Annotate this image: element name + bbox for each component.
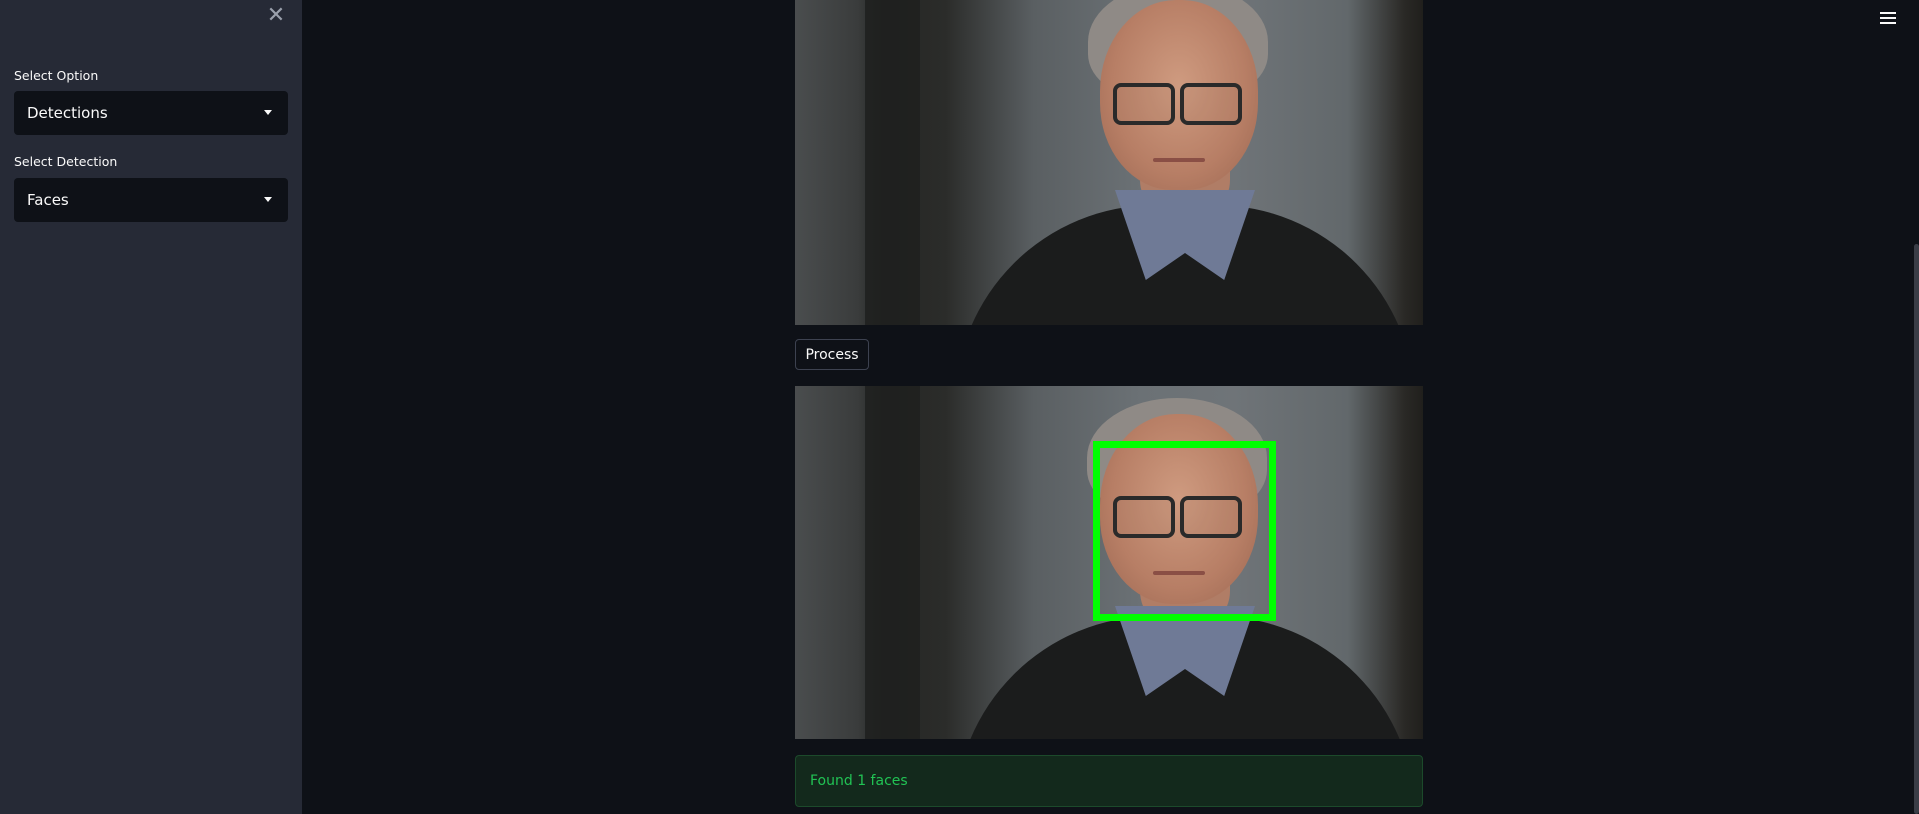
select-option-label: Select Option: [14, 68, 99, 83]
face-detection-box: [1093, 441, 1276, 621]
select-option-value: Detections: [27, 104, 108, 122]
close-icon[interactable]: ✕: [266, 5, 286, 27]
process-button[interactable]: Process: [795, 339, 869, 370]
select-option-dropdown[interactable]: Detections: [14, 91, 288, 135]
result-success-alert: Found 1 faces: [795, 755, 1423, 807]
select-detection-value: Faces: [27, 191, 69, 209]
result-message: Found 1 faces: [810, 773, 908, 789]
input-image: [795, 0, 1423, 325]
hamburger-menu-icon[interactable]: [1880, 12, 1896, 26]
select-detection-label: Select Detection: [14, 154, 118, 169]
scrollbar[interactable]: [1914, 244, 1919, 814]
sidebar: ✕ Select Option Detections Select Detect…: [0, 0, 302, 814]
chevron-down-icon: [264, 197, 272, 202]
select-detection-dropdown[interactable]: Faces: [14, 178, 288, 222]
chevron-down-icon: [264, 110, 272, 115]
output-image: [795, 386, 1423, 739]
